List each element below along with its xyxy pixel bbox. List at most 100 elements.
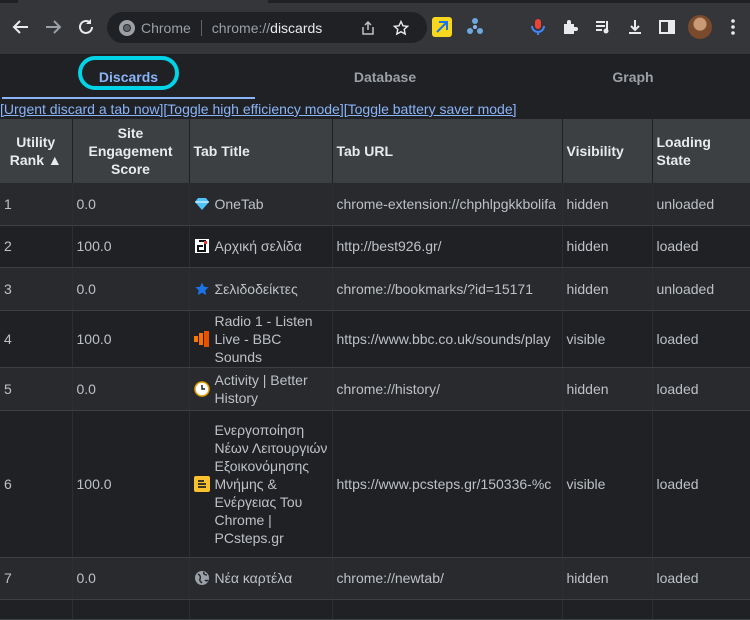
cell-visibility: hidden [562, 267, 653, 311]
cell-state [652, 599, 750, 620]
header-tab-title[interactable]: Tab Title [189, 119, 333, 183]
cell-state: unloaded [652, 267, 750, 311]
cell-rank: 2 [0, 225, 73, 268]
cell-title: Activity | Better History [189, 367, 333, 411]
clock-icon [193, 380, 210, 397]
cell-state: loaded [652, 557, 750, 600]
toggle-high-efficiency-link[interactable]: [Toggle high efficiency mode] [163, 101, 343, 117]
url-host: discards [270, 19, 323, 36]
omnibox-divider [200, 19, 202, 36]
profile-avatar[interactable] [688, 15, 712, 39]
table-row[interactable]: 7 0.0 Νέα καρτέλα chrome://newtab/ hidde… [0, 557, 750, 600]
extension-fan-icon[interactable] [465, 17, 485, 37]
urgent-discard-link[interactable]: [Urgent discard a tab now] [0, 101, 163, 117]
cell-visibility: hidden [562, 183, 653, 226]
cell-score [72, 599, 190, 620]
chrome-site-icon[interactable] [119, 19, 135, 36]
header-loading-state[interactable]: Loading State [652, 119, 750, 183]
cell-visibility: visible [562, 410, 653, 558]
cell-state: loaded [652, 225, 750, 268]
active-tab-underline [2, 97, 255, 99]
tab-title-text: Radio 1 - Listen Live - BBC Sounds [214, 312, 313, 365]
share-icon[interactable] [358, 18, 378, 38]
star-icon [194, 281, 210, 297]
cell-rank: 5 [0, 367, 73, 411]
cell-state: loaded [652, 367, 750, 411]
table-header-row: Utility Rank ▲ Site Engagement Score Tab… [0, 119, 750, 183]
table-row[interactable]: 2 100.0 Αρχική σελίδα http://best926.gr/… [0, 225, 750, 268]
side-panel-icon[interactable] [654, 14, 680, 40]
action-links: [Urgent discard a tab now][Toggle high e… [0, 100, 750, 119]
pcsteps-icon [193, 475, 210, 492]
media-queue-icon[interactable] [590, 14, 616, 40]
tab-graph[interactable]: Graph [590, 64, 676, 90]
table-row[interactable] [0, 599, 750, 620]
table-row[interactable]: 6 100.0 Ενεργοποίηση Νέων Λειτουργιών Εξ… [0, 410, 750, 558]
tab-strip [0, 0, 750, 3]
table-row[interactable]: 5 0.0 Activity | Better History chrome:/… [0, 367, 750, 411]
cell-visibility: hidden [562, 225, 653, 268]
microphone-icon[interactable] [525, 14, 551, 40]
cell-score: 0.0 [72, 183, 190, 226]
address-bar[interactable]: Chrome chrome://discards [107, 12, 427, 43]
cell-rank [0, 599, 73, 620]
url-prefix: chrome:// [211, 19, 271, 36]
cell-url: chrome://newtab/ [332, 557, 563, 600]
cell-rank: 3 [0, 267, 73, 311]
menu-kebab-icon[interactable] [720, 14, 746, 40]
active-tab-edge[interactable] [18, 0, 268, 3]
cell-url: http://best926.gr/ [332, 225, 563, 268]
url-text[interactable]: chrome://discards [212, 20, 323, 36]
globe-icon [194, 570, 210, 586]
toggle-battery-saver-link[interactable]: [Toggle battery saver mode] [344, 101, 517, 117]
cell-state: unloaded [652, 183, 750, 226]
cell-url: chrome://history/ [332, 367, 563, 411]
tab-title-text: OneTab [214, 195, 264, 212]
gem-icon [194, 196, 210, 212]
extensions-puzzle-icon[interactable] [557, 14, 583, 40]
tab-database[interactable]: Database [335, 64, 435, 90]
discards-table: Utility Rank ▲ Site Engagement Score Tab… [0, 119, 750, 620]
browser-toolbar: Chrome chrome://discards [0, 0, 750, 55]
cell-visibility: hidden [562, 367, 653, 411]
cell-rank: 6 [0, 410, 73, 558]
download-icon[interactable] [622, 14, 648, 40]
cell-title: Radio 1 - Listen Live - BBC Sounds [189, 310, 333, 368]
table-row[interactable]: 4 100.0 Radio 1 - Listen Live - BBC Soun… [0, 310, 750, 368]
cell-rank: 1 [0, 183, 73, 226]
cell-title: Νέα καρτέλα [189, 557, 333, 600]
extension-bookmark-icon[interactable] [432, 17, 452, 37]
cell-url: chrome-extension://chphlpgkkbolifa [332, 183, 563, 226]
tab-discards[interactable]: Discards [78, 64, 179, 90]
tab-title-text: Ενεργοποίηση Νέων Λειτουργιών Εξοικονόμη… [214, 421, 328, 546]
cell-score: 0.0 [72, 367, 190, 411]
table-row[interactable]: 3 0.0 Σελιδοδείκτες chrome://bookmarks/?… [0, 267, 750, 311]
cell-score: 100.0 [72, 410, 190, 558]
bookmark-star-icon[interactable] [391, 18, 411, 38]
site-chip-label: Chrome [141, 19, 191, 36]
reload-icon[interactable] [73, 14, 99, 40]
back-arrow-icon[interactable] [8, 14, 34, 40]
cell-url [332, 599, 563, 620]
tab-title-text: Νέα καρτέλα [214, 570, 293, 586]
tab-title-text: Αρχική σελίδα [214, 238, 302, 254]
cell-title: Σελιδοδείκτες [189, 267, 333, 311]
tab-title-text: Activity | Better History [214, 371, 308, 406]
header-site-engagement[interactable]: Site Engagement Score [72, 119, 190, 183]
header-utility-rank[interactable]: Utility Rank ▲ [0, 119, 73, 183]
cell-score: 100.0 [72, 225, 190, 268]
forward-arrow-icon[interactable] [40, 14, 66, 40]
header-tab-url[interactable]: Tab URL [332, 119, 563, 183]
table-row[interactable]: 1 0.0 OneTab chrome-extension://chphlpgk… [0, 183, 750, 226]
cell-url: https://www.pcsteps.gr/150336-%c [332, 410, 563, 558]
cell-state: loaded [652, 410, 750, 558]
header-visibility[interactable]: Visibility [562, 119, 653, 183]
cell-score: 100.0 [72, 310, 190, 368]
cell-visibility: visible [562, 310, 653, 368]
cell-title [189, 599, 333, 620]
cell-title: OneTab [189, 183, 333, 226]
cell-url: chrome://bookmarks/?id=15171 [332, 267, 563, 311]
cell-visibility: hidden [562, 557, 653, 600]
tab-title-text: Σελιδοδείκτες [214, 280, 298, 297]
cell-rank: 4 [0, 310, 73, 368]
